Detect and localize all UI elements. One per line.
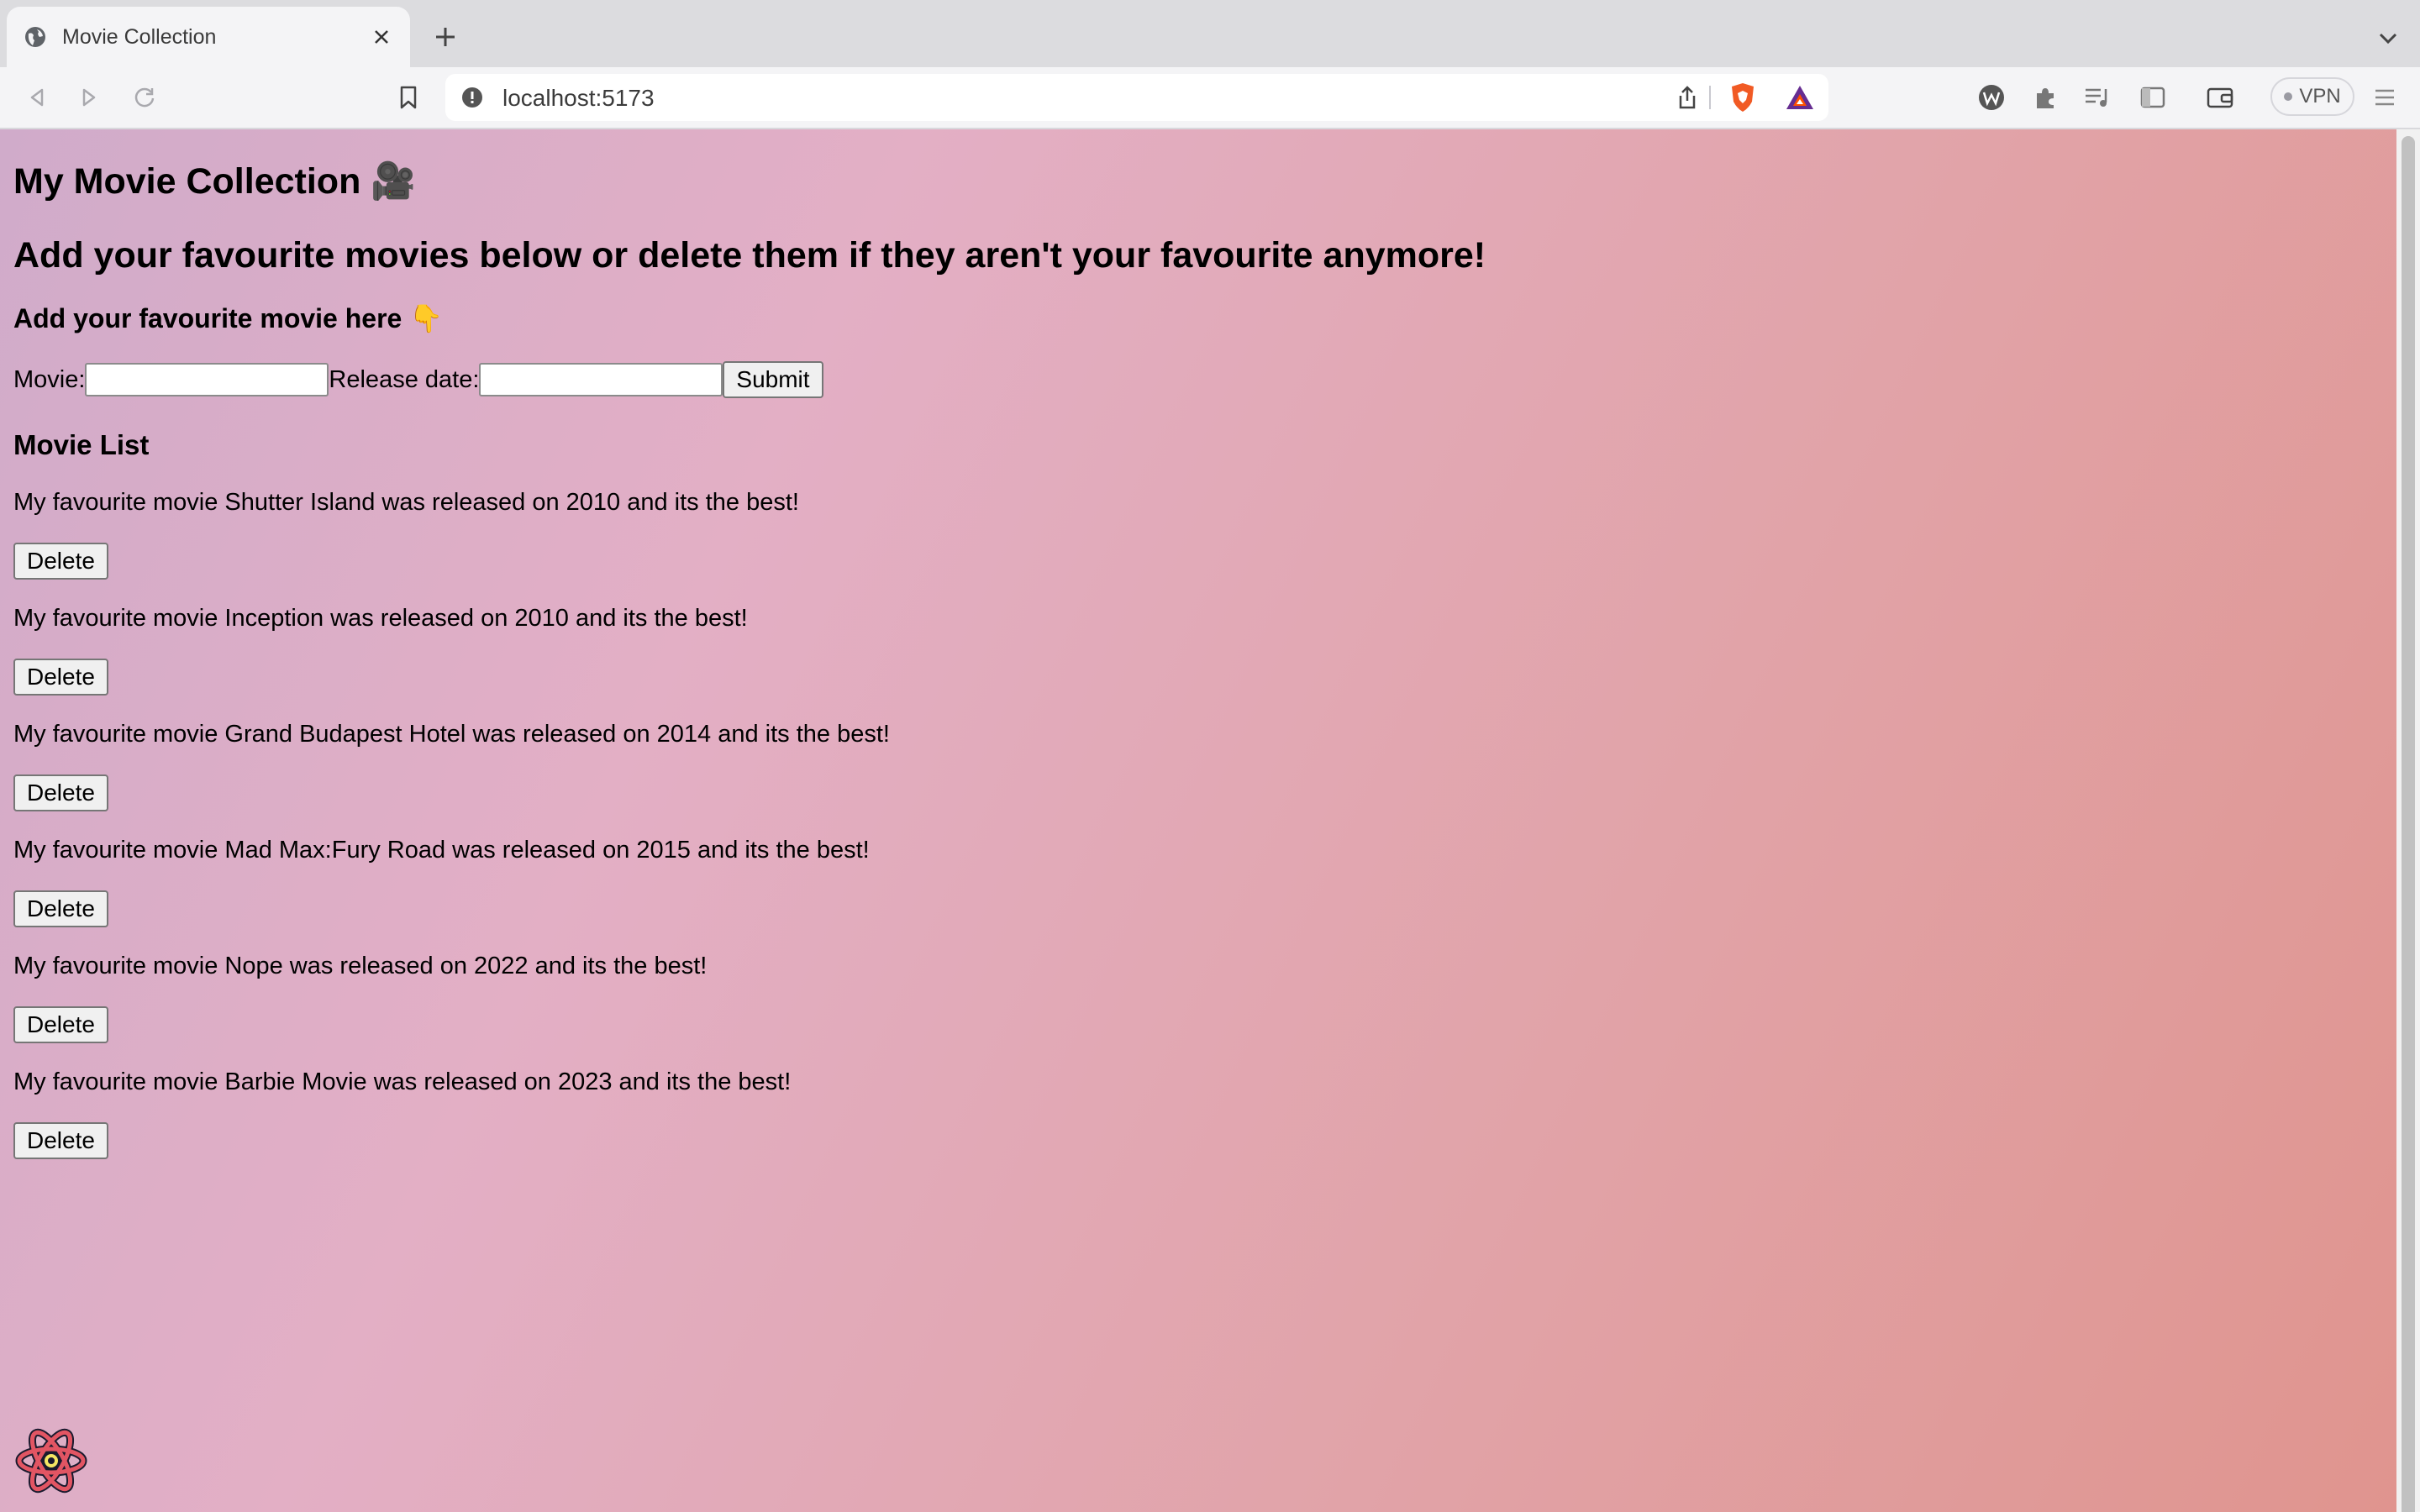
page-content: My Movie Collection 🎥 Add your favourite… — [13, 129, 2366, 1159]
chevron-down-icon[interactable] — [2373, 24, 2403, 54]
list-item: My favourite movie Barbie Movie was rele… — [13, 1067, 2366, 1159]
tab-strip: Movie Collection — [0, 0, 2420, 67]
url-text[interactable]: localhost:5173 — [502, 85, 655, 112]
tab-title: Movie Collection — [62, 24, 217, 49]
browser-window: Movie Collection localhost:5173 VPN My M… — [0, 0, 2420, 1512]
globe-icon — [24, 25, 47, 49]
delete-button[interactable]: Delete — [13, 774, 108, 811]
list-item: My favourite movie Nope was released on … — [13, 951, 2366, 1043]
forward-icon[interactable] — [72, 81, 106, 114]
new-tab-button[interactable] — [429, 20, 462, 54]
tab-movie-collection[interactable]: Movie Collection — [7, 7, 410, 67]
add-movie-heading: Add your favourite movie here 👇 — [13, 303, 444, 333]
add-movie-form: Movie: Release date: Submit — [13, 361, 2366, 398]
brave-shields-icon[interactable] — [1726, 81, 1760, 114]
list-item: My favourite movie Mad Max:Fury Road was… — [13, 835, 2366, 927]
release-date-label: Release date: — [329, 365, 480, 393]
playlist-icon[interactable] — [2081, 81, 2114, 114]
divider — [1709, 86, 1711, 109]
toolbar: localhost:5173 VPN — [0, 67, 2420, 129]
wallet-w-icon[interactable] — [1975, 81, 2008, 114]
list-item: My favourite movie Grand Budapest Hotel … — [13, 719, 2366, 811]
rewards-icon[interactable] — [1783, 81, 1817, 114]
movie-list: My favourite movie Shutter Island was re… — [13, 487, 2366, 1159]
movie-input[interactable] — [85, 363, 329, 396]
release-date-input[interactable] — [479, 363, 723, 396]
page-subtitle: Add your favourite movies below or delet… — [13, 235, 1486, 276]
delete-button[interactable]: Delete — [13, 1122, 108, 1159]
close-icon[interactable] — [365, 20, 398, 54]
movie-list-heading: Movie List — [13, 429, 150, 460]
share-icon[interactable] — [1672, 82, 1702, 113]
extensions-icon[interactable] — [2028, 81, 2062, 114]
vpn-label: VPN — [2299, 85, 2341, 108]
movie-text: My favourite movie Inception was release… — [13, 605, 748, 632]
delete-button[interactable]: Delete — [13, 890, 108, 927]
back-icon[interactable] — [20, 81, 54, 114]
vpn-status-dot — [2284, 92, 2293, 101]
scrollbar-thumb[interactable] — [2402, 136, 2415, 1512]
sidebar-icon[interactable] — [2136, 81, 2170, 114]
vpn-button[interactable]: VPN — [2270, 77, 2354, 116]
movie-label: Movie: — [13, 365, 86, 393]
wallet-icon[interactable] — [2203, 81, 2237, 114]
scrollbar[interactable] — [2396, 129, 2420, 1512]
page-viewport: My Movie Collection 🎥 Add your favourite… — [0, 129, 2420, 1512]
movie-text: My favourite movie Barbie Movie was rele… — [13, 1068, 792, 1095]
submit-button[interactable]: Submit — [723, 361, 823, 398]
menu-icon[interactable] — [2368, 81, 2402, 114]
delete-button[interactable]: Delete — [13, 1006, 108, 1043]
movie-text: My favourite movie Mad Max:Fury Road was… — [13, 837, 870, 864]
address-bar[interactable]: localhost:5173 — [445, 74, 1828, 121]
movie-text: My favourite movie Nope was released on … — [13, 953, 708, 979]
page-title: My Movie Collection 🎥 — [13, 161, 416, 202]
bookmark-icon[interactable] — [392, 81, 425, 114]
list-item: My favourite movie Inception was release… — [13, 603, 2366, 696]
list-item: My favourite movie Shutter Island was re… — [13, 487, 2366, 580]
delete-button[interactable]: Delete — [13, 659, 108, 696]
info-icon[interactable] — [460, 86, 484, 109]
movie-text: My favourite movie Grand Budapest Hotel … — [13, 721, 890, 748]
movie-text: My favourite movie Shutter Island was re… — [13, 489, 799, 516]
reload-icon[interactable] — [128, 81, 161, 114]
react-devtools-icon[interactable] — [15, 1425, 87, 1497]
delete-button[interactable]: Delete — [13, 543, 108, 580]
